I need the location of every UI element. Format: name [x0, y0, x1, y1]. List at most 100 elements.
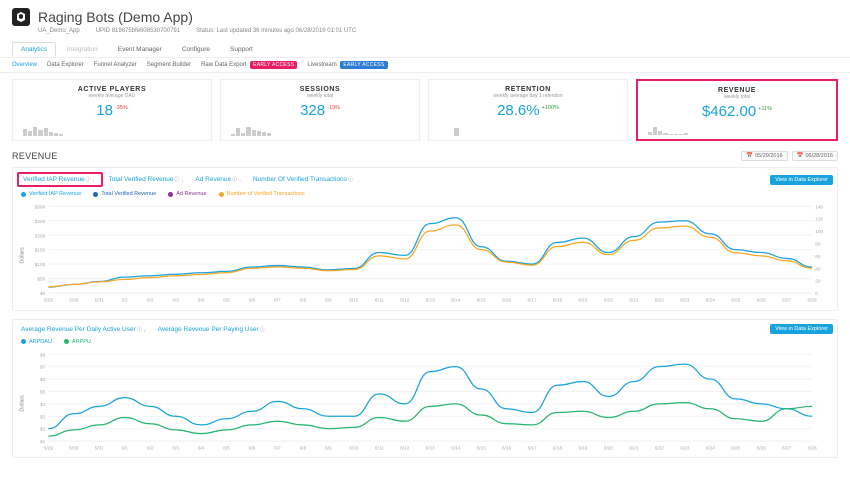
svg-text:6/10: 6/10 [349, 297, 359, 302]
project-label: UA_Demo_App [38, 28, 80, 34]
card-title: REVENUE [644, 87, 830, 94]
metric-number-of-verified-transactions[interactable]: Number Of Verified Transactionsⓘ [249, 174, 357, 185]
metric-card-retention[interactable]: RETENTION weekly average day 1 retention… [428, 79, 628, 141]
card-subtitle: weekly total [227, 93, 413, 99]
card-subtitle: weekly average DAU [19, 93, 205, 99]
app-title: Raging Bots (Demo App) [38, 9, 193, 25]
svg-text:6/28: 6/28 [808, 445, 818, 450]
view-data-explorer-button[interactable]: View in Data Explorer [770, 175, 833, 185]
svg-text:6/4: 6/4 [198, 297, 205, 302]
svg-text:6/6: 6/6 [249, 445, 256, 450]
svg-text:6/23: 6/23 [680, 297, 690, 302]
svg-text:$300: $300 [35, 204, 46, 209]
legend-item: Verified IAP Revenue [21, 191, 81, 197]
svg-text:120: 120 [815, 217, 823, 222]
svg-text:$250: $250 [35, 219, 46, 224]
subtab-segment-builder[interactable]: Segment Builder [147, 62, 191, 68]
svg-text:$3: $3 [40, 414, 46, 419]
card-change: -19% [327, 105, 340, 111]
tab-event-manager[interactable]: Event Manager [109, 42, 171, 57]
tab-support[interactable]: Support [221, 42, 262, 57]
svg-text:40: 40 [815, 266, 821, 271]
tab-configure[interactable]: Configure [173, 42, 219, 57]
date-to-button[interactable]: 📅 06/28/2016 [792, 151, 838, 161]
svg-text:6/17: 6/17 [527, 297, 537, 302]
subtab-data-explorer[interactable]: Data Explorer [47, 62, 84, 68]
subtab-overview[interactable]: Overview [12, 62, 37, 68]
svg-text:$1: $1 [40, 439, 46, 444]
legend-item: Ad Revenue [168, 191, 206, 197]
unity-logo [12, 8, 30, 26]
svg-text:6/5: 6/5 [223, 297, 230, 302]
svg-text:0: 0 [815, 291, 818, 296]
subtab-raw-data-export[interactable]: Raw Data Export EARLY ACCESS [201, 61, 297, 69]
svg-text:6/9: 6/9 [325, 297, 332, 302]
svg-text:6/16: 6/16 [502, 297, 512, 302]
tab-analytics[interactable]: Analytics [12, 42, 56, 57]
date-from-button[interactable]: 📅 05/29/2016 [741, 151, 787, 161]
svg-text:$2: $2 [40, 426, 46, 431]
svg-text:6/22: 6/22 [655, 445, 665, 450]
card-value: 18-35% [19, 102, 205, 119]
svg-text:6/25: 6/25 [731, 297, 741, 302]
svg-text:6/18: 6/18 [553, 445, 563, 450]
svg-text:6/26: 6/26 [757, 445, 767, 450]
svg-text:6/18: 6/18 [553, 297, 563, 302]
svg-text:$100: $100 [35, 262, 46, 267]
svg-text:6/8: 6/8 [300, 297, 307, 302]
svg-text:6/17: 6/17 [527, 445, 537, 450]
svg-text:$4: $4 [40, 402, 46, 407]
svg-text:6/3: 6/3 [172, 297, 179, 302]
view-data-explorer-button[interactable]: View in Data Explorer [770, 324, 833, 334]
svg-text:6/11: 6/11 [375, 445, 384, 450]
svg-text:5/31: 5/31 [95, 297, 105, 302]
tab-integration[interactable]: Integration [58, 42, 107, 57]
svg-text:6/25: 6/25 [731, 445, 741, 450]
svg-text:20: 20 [815, 279, 821, 284]
raw-export-label: Raw Data Export [201, 62, 246, 68]
svg-text:6/2: 6/2 [147, 445, 154, 450]
metric-verified-iap-revenue[interactable]: Verified IAP Revenueⓘ, [17, 172, 103, 187]
svg-text:6/5: 6/5 [223, 445, 230, 450]
early-access-badge: EARLY ACCESS [250, 61, 297, 69]
early-access-badge: EARLY ACCESS [340, 61, 387, 69]
metric-average-revenue-per-daily-active-user[interactable]: Average Revenue Per Daily Active Userⓘ, [17, 324, 152, 335]
svg-text:60: 60 [815, 254, 821, 259]
svg-text:80: 80 [815, 242, 821, 247]
date-from-label: 05/29/2016 [755, 153, 783, 159]
subtab-livestream[interactable]: Livestream EARLY ACCESS [307, 61, 387, 69]
svg-text:6/4: 6/4 [198, 445, 205, 450]
svg-text:6/10: 6/10 [349, 445, 359, 450]
metric-card-sessions[interactable]: SESSIONS weekly total 328-19% [220, 79, 420, 141]
svg-text:6/15: 6/15 [477, 297, 487, 302]
svg-text:100: 100 [815, 229, 823, 234]
svg-text:$6: $6 [40, 377, 46, 382]
svg-text:6/6: 6/6 [249, 297, 256, 302]
subtab-funnel-analyzer[interactable]: Funnel Analyzer [94, 62, 137, 68]
svg-text:6/20: 6/20 [604, 297, 614, 302]
sparkline [231, 124, 271, 136]
section-title: REVENUE [12, 151, 838, 161]
svg-text:6/13: 6/13 [426, 297, 436, 302]
svg-text:6/27: 6/27 [782, 297, 792, 302]
metric-average-revenue-per-paying-user[interactable]: Average Revenue Per Paying Userⓘ [154, 324, 269, 335]
svg-text:6/19: 6/19 [578, 445, 588, 450]
svg-text:6/20: 6/20 [604, 445, 614, 450]
revenue-chart: Dollars $300$250$200$150$100$50$0 140120… [17, 201, 833, 306]
svg-text:5/30: 5/30 [69, 297, 79, 302]
card-change: +100% [542, 105, 559, 111]
svg-text:6/23: 6/23 [680, 445, 690, 450]
card-change: -35% [115, 105, 128, 111]
svg-text:$50: $50 [37, 277, 45, 282]
metric-total-verified-revenue[interactable]: Total Verified Revenueⓘ, [105, 174, 190, 185]
svg-text:$150: $150 [35, 248, 46, 253]
svg-text:6/27: 6/27 [782, 445, 792, 450]
svg-text:6/8: 6/8 [300, 445, 307, 450]
metric-card-revenue[interactable]: REVENUE weekly total $462.00+11% [636, 79, 838, 141]
date-to-label: 06/28/2016 [805, 153, 833, 159]
metric-ad-revenue[interactable]: Ad Revenueⓘ, [191, 174, 247, 185]
svg-text:6/21: 6/21 [629, 445, 639, 450]
metric-card-active-players[interactable]: ACTIVE PLAYERS weekly average DAU 18-35% [12, 79, 212, 141]
chart1-ylabel: Dollars [19, 247, 25, 264]
svg-text:6/21: 6/21 [629, 297, 639, 302]
